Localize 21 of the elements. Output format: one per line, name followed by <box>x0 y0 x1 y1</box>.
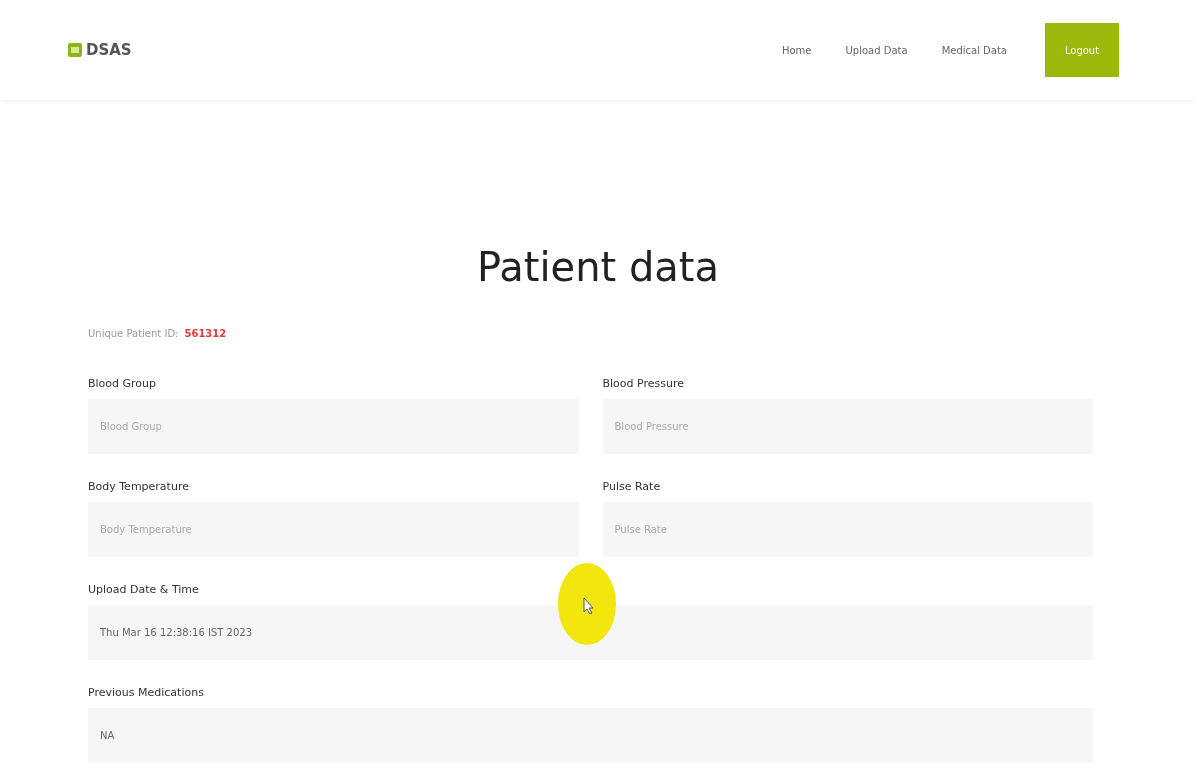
field-label: Upload Date & Time <box>88 582 200 598</box>
field-label: Pulse Rate <box>602 479 662 495</box>
input-field[interactable]: Blood Pressure <box>602 399 1093 454</box>
nav-link[interactable]: Home <box>782 44 812 56</box>
field-label: Blood Pressure <box>602 376 685 392</box>
nav-link[interactable]: Upload Data <box>845 44 908 56</box>
patient-id-label: Unique Patient ID: <box>88 328 179 339</box>
page-title: Patient data <box>475 244 721 290</box>
field-label: Body Temperature <box>88 479 190 495</box>
input-field[interactable]: Thu Mar 16 12:38:16 IST 2023 <box>88 605 1093 660</box>
nav-link[interactable]: Medical Data <box>941 44 1007 56</box>
input-field[interactable]: NA <box>88 708 1093 763</box>
field-label: Previous Medications <box>88 685 205 701</box>
input-field[interactable]: Body Temperature <box>88 502 579 557</box>
input-field[interactable]: Blood Group <box>88 399 579 454</box>
brand-name: DSAS <box>86 41 132 59</box>
input-field[interactable]: Pulse Rate <box>602 502 1093 557</box>
cursor-highlight-icon <box>557 562 617 646</box>
logo-icon <box>68 43 82 57</box>
field-label: Blood Group <box>88 376 158 392</box>
patient-id-value: 561312 <box>184 328 227 339</box>
